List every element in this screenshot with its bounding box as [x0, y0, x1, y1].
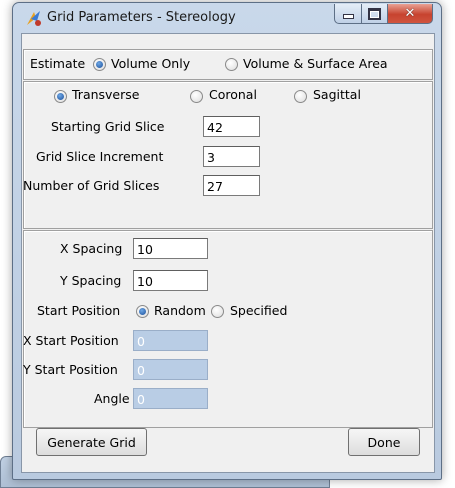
volume-only-radio[interactable]: [93, 58, 106, 71]
x-start-position-input[interactable]: 0: [133, 330, 208, 351]
starting-grid-slice-input[interactable]: 42: [203, 116, 260, 137]
spacing-panel: X Spacing 10 Y Spacing 10 Start Position…: [23, 230, 433, 428]
start-position-label: Start Position: [37, 303, 121, 318]
estimate-panel: Estimate Volume Only Volume & Surface Ar…: [23, 49, 433, 80]
titlebar[interactable]: Grid Parameters - Stereology ✕: [13, 3, 441, 33]
maximize-icon: [368, 7, 381, 20]
specified-radio[interactable]: [211, 305, 224, 318]
x-spacing-label: X Spacing: [60, 241, 123, 256]
grid-slice-increment-label: Grid Slice Increment: [36, 149, 164, 164]
volume-surface-area-radio[interactable]: [225, 58, 238, 71]
close-icon: ✕: [404, 6, 416, 21]
volume-only-label[interactable]: Volume Only: [111, 56, 190, 71]
transverse-radio[interactable]: [54, 90, 67, 103]
coronal-radio[interactable]: [190, 90, 203, 103]
angle-label: Angle: [94, 391, 130, 406]
specified-label[interactable]: Specified: [230, 303, 287, 318]
angle-input[interactable]: 0: [133, 388, 208, 409]
y-spacing-label: Y Spacing: [60, 273, 122, 288]
x-start-position-label: X Start Position: [23, 333, 119, 348]
random-label[interactable]: Random: [154, 303, 206, 318]
sagittal-label[interactable]: Sagittal: [313, 87, 361, 102]
y-spacing-input[interactable]: 10: [133, 270, 208, 291]
close-button[interactable]: ✕: [388, 4, 433, 24]
done-button[interactable]: Done: [348, 428, 420, 456]
dialog-body: Estimate Volume Only Volume & Surface Ar…: [21, 33, 435, 473]
number-of-grid-slices-label: Number of Grid Slices: [23, 178, 160, 193]
y-start-position-label: Y Start Position: [23, 362, 118, 377]
sagittal-radio[interactable]: [294, 90, 307, 103]
volume-surface-area-label[interactable]: Volume & Surface Area: [243, 56, 388, 71]
minimize-icon: [342, 14, 354, 19]
app-icon: [27, 11, 41, 26]
random-radio[interactable]: [136, 305, 149, 318]
maximize-button[interactable]: [362, 4, 388, 24]
transverse-label[interactable]: Transverse: [72, 87, 139, 102]
coronal-label[interactable]: Coronal: [209, 87, 257, 102]
number-of-grid-slices-input[interactable]: 27: [203, 175, 260, 196]
window-controls: ✕: [334, 4, 433, 24]
starting-grid-slice-label: Starting Grid Slice: [51, 119, 165, 134]
x-spacing-input[interactable]: 10: [133, 238, 208, 259]
minimize-button[interactable]: [334, 4, 362, 24]
window-title: Grid Parameters - Stereology: [47, 10, 236, 25]
slice-panel: Transverse Coronal Sagittal Starting Gri…: [23, 81, 433, 229]
estimate-label: Estimate: [30, 56, 86, 71]
generate-grid-button[interactable]: Generate Grid: [36, 428, 147, 456]
grid-parameters-window: Grid Parameters - Stereology ✕ Estimate …: [12, 2, 442, 480]
y-start-position-input[interactable]: 0: [133, 359, 208, 380]
grid-slice-increment-input[interactable]: 3: [203, 146, 260, 167]
